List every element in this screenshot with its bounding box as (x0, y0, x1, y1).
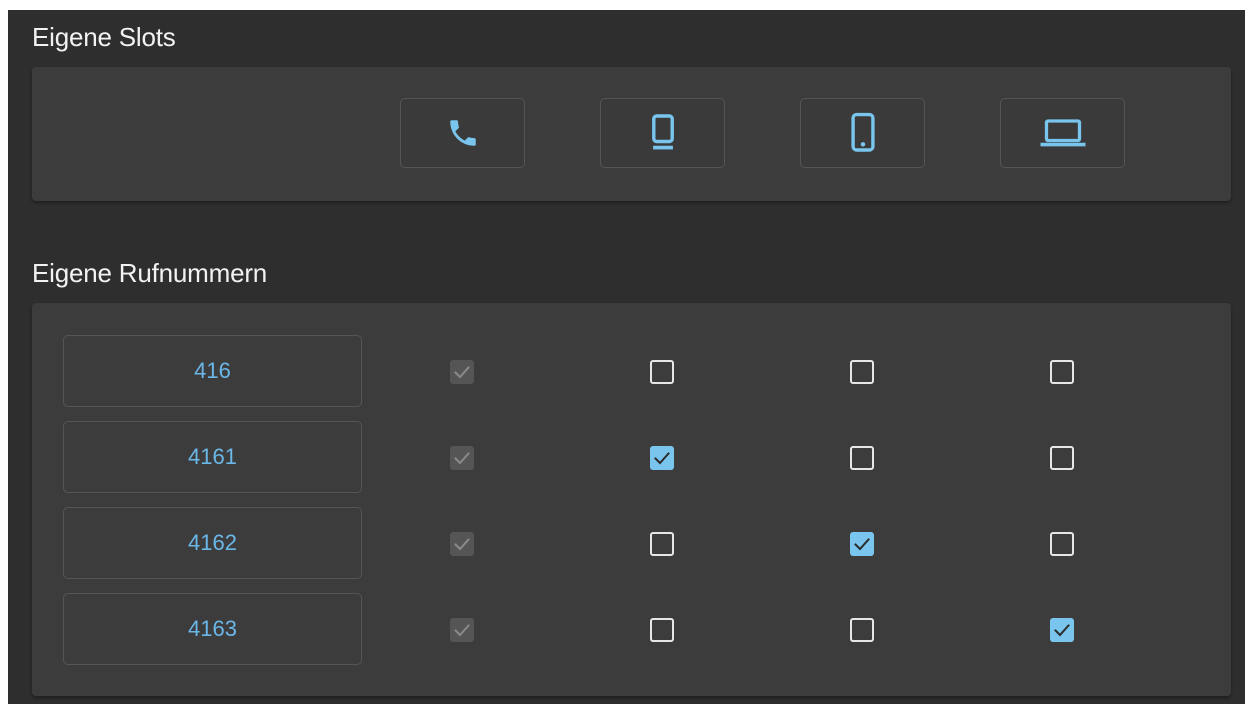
slots-card (32, 67, 1231, 201)
phone-number-button[interactable]: 4161 (63, 421, 362, 493)
slot-checkbox[interactable] (850, 446, 874, 470)
slot-checkbox[interactable] (850, 360, 874, 384)
slot-checkbox-disabled (450, 618, 474, 642)
slot-checkbox[interactable] (850, 618, 874, 642)
slot-checkbox[interactable] (1050, 360, 1074, 384)
slot-laptop-button[interactable] (1000, 98, 1125, 168)
smartphone-icon (846, 111, 880, 155)
slot-checkbox-disabled (450, 360, 474, 384)
phone-number-button[interactable]: 416 (63, 335, 362, 407)
slot-checkbox[interactable] (1050, 532, 1074, 556)
slot-checkbox-checked[interactable] (650, 446, 674, 470)
phone-number-button[interactable]: 4163 (63, 593, 362, 665)
phone-icon (446, 116, 480, 150)
slot-checkbox-disabled (450, 532, 474, 556)
numbers-card: 416 4161 4162 4163 (32, 303, 1231, 696)
slot-checkbox[interactable] (650, 360, 674, 384)
settings-panel: Eigene Slots Eigene Rufnummern 416 4161 … (8, 10, 1245, 704)
slot-desk-phone-button[interactable] (600, 98, 725, 168)
slot-checkbox[interactable] (650, 618, 674, 642)
slots-section-title: Eigene Slots (32, 22, 176, 52)
slot-checkbox-checked[interactable] (850, 532, 874, 556)
number-row: 4161 (32, 421, 1231, 493)
slot-checkbox[interactable] (1050, 446, 1074, 470)
numbers-section-title: Eigene Rufnummern (32, 258, 268, 288)
slot-checkbox-checked[interactable] (1050, 618, 1074, 642)
number-row: 4162 (32, 507, 1231, 579)
slot-smartphone-button[interactable] (800, 98, 925, 168)
laptop-icon (1039, 118, 1087, 148)
number-row: 416 (32, 335, 1231, 407)
slot-checkbox[interactable] (650, 532, 674, 556)
desk-phone-icon (646, 113, 680, 153)
slot-phone-button[interactable] (400, 98, 525, 168)
number-row: 4163 (32, 593, 1231, 665)
phone-number-button[interactable]: 4162 (63, 507, 362, 579)
slot-checkbox-disabled (450, 446, 474, 470)
